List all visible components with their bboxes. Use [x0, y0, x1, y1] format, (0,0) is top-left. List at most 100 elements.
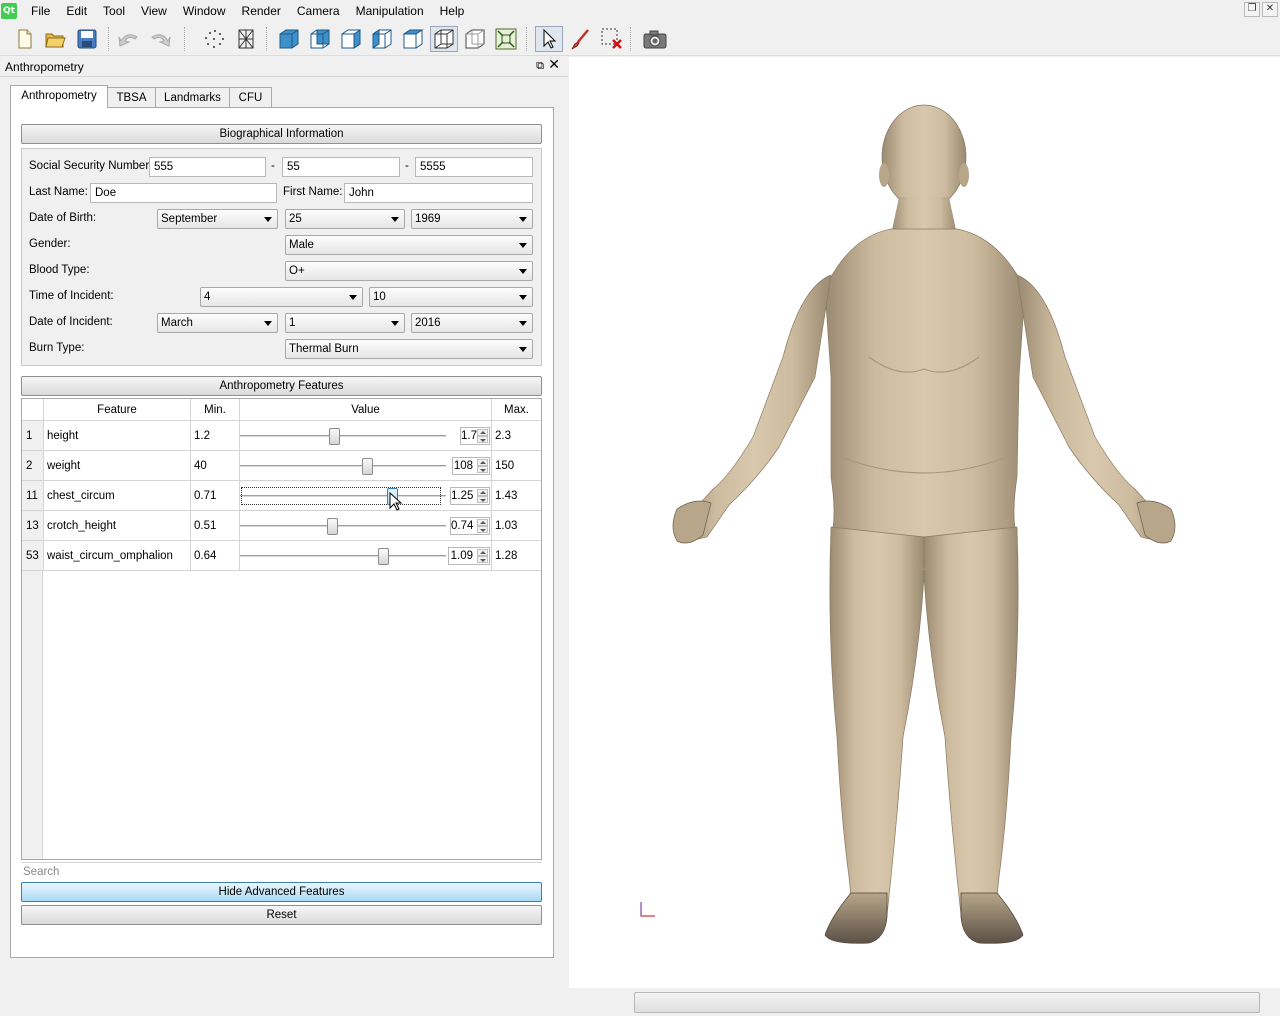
- spin-up-icon[interactable]: [477, 549, 488, 556]
- column-header-max[interactable]: Max.: [492, 399, 541, 421]
- column-header-feature[interactable]: Feature: [44, 399, 191, 421]
- feature-max-cell[interactable]: 2.3: [492, 421, 541, 451]
- value-spinbox[interactable]: 1.7: [460, 427, 490, 445]
- value-spinbox[interactable]: 108: [452, 457, 490, 475]
- restore-window-icon[interactable]: ❐: [1244, 2, 1260, 17]
- spin-up-icon[interactable]: [477, 519, 488, 526]
- value-slider-handle[interactable]: [327, 518, 338, 535]
- feature-min-cell[interactable]: 40: [191, 451, 240, 481]
- menu-edit[interactable]: Edit: [58, 0, 95, 22]
- clear-selection-icon[interactable]: [598, 26, 626, 52]
- menu-help[interactable]: Help: [432, 0, 473, 22]
- reset-button[interactable]: Reset: [21, 905, 542, 925]
- feature-max-cell[interactable]: 1.43: [492, 481, 541, 511]
- column-header-min[interactable]: Min.: [191, 399, 240, 421]
- gender-select[interactable]: Male: [285, 235, 533, 255]
- dob-year-select[interactable]: 1969: [411, 209, 533, 229]
- point-cloud-icon[interactable]: [200, 26, 228, 52]
- table-row[interactable]: 1 height 1.2 2.3 1.7: [22, 421, 541, 451]
- value-slider-handle[interactable]: [362, 458, 373, 475]
- table-row[interactable]: 53 waist_circum_omphalion 0.64 1.28 1.09: [22, 541, 541, 571]
- search-input[interactable]: [21, 862, 542, 880]
- feature-name-cell[interactable]: weight: [44, 451, 191, 481]
- feature-max-cell[interactable]: 150: [492, 451, 541, 481]
- menu-render[interactable]: Render: [234, 0, 289, 22]
- row-index[interactable]: 13: [22, 511, 44, 541]
- tab-cfu[interactable]: CFU: [229, 87, 272, 108]
- cube-view-top-icon[interactable]: [337, 26, 365, 52]
- cube-view-side-icon[interactable]: [306, 26, 334, 52]
- feature-name-cell[interactable]: height: [44, 421, 191, 451]
- feature-min-cell[interactable]: 0.64: [191, 541, 240, 571]
- close-window-icon[interactable]: ✕: [1262, 2, 1278, 17]
- incident-year-select[interactable]: 2016: [411, 313, 533, 333]
- select-arrow-icon[interactable]: [535, 26, 563, 52]
- blood-type-select[interactable]: O+: [285, 261, 533, 281]
- open-folder-icon[interactable]: [41, 26, 69, 52]
- value-slider-track[interactable]: [240, 525, 446, 528]
- dock-float-icon[interactable]: ⧉: [536, 59, 544, 73]
- undo-icon[interactable]: [115, 26, 143, 52]
- cube-view-left-icon[interactable]: [368, 26, 396, 52]
- incident-minute-select[interactable]: 10: [369, 287, 533, 307]
- menu-file[interactable]: File: [23, 0, 58, 22]
- spin-down-icon[interactable]: [477, 436, 488, 443]
- save-disk-icon[interactable]: [73, 26, 101, 52]
- column-header-value[interactable]: Value: [240, 399, 492, 421]
- value-slider-track[interactable]: [240, 555, 446, 558]
- dob-month-select[interactable]: September: [157, 209, 278, 229]
- wireframe-mesh-icon[interactable]: [232, 26, 260, 52]
- new-file-icon[interactable]: [11, 26, 39, 52]
- anthropometry-features-header[interactable]: Anthropometry Features: [21, 376, 542, 396]
- spin-up-icon[interactable]: [477, 459, 488, 466]
- value-slider-handle[interactable]: [378, 548, 389, 565]
- incident-month-select[interactable]: March: [157, 313, 278, 333]
- feature-name-cell[interactable]: chest_circum: [44, 481, 191, 511]
- menu-window[interactable]: Window: [175, 0, 234, 22]
- value-spinbox[interactable]: 1.09: [448, 547, 490, 565]
- table-row[interactable]: 2 weight 40 150 108: [22, 451, 541, 481]
- dock-close-icon[interactable]: ✕: [548, 57, 560, 73]
- value-slider-handle[interactable]: [329, 428, 340, 445]
- menu-view[interactable]: View: [133, 0, 175, 22]
- burn-type-select[interactable]: Thermal Burn: [285, 339, 533, 359]
- table-row[interactable]: 13 crotch_height 0.51 1.03 0.74: [22, 511, 541, 541]
- spin-up-icon[interactable]: [477, 489, 488, 496]
- value-spinbox[interactable]: 0.74: [450, 517, 490, 535]
- feature-name-cell[interactable]: waist_circum_omphalion: [44, 541, 191, 571]
- spin-down-icon[interactable]: [477, 466, 488, 473]
- feature-max-cell[interactable]: 1.28: [492, 541, 541, 571]
- 3d-viewport[interactable]: [569, 57, 1280, 988]
- value-slider-track[interactable]: [240, 435, 446, 438]
- hide-advanced-features-button[interactable]: Hide Advanced Features: [21, 882, 542, 902]
- redo-icon[interactable]: [146, 26, 174, 52]
- tab-anthropometry[interactable]: Anthropometry: [10, 85, 108, 108]
- paint-brush-icon[interactable]: [566, 26, 594, 52]
- cube-view-front-icon[interactable]: [275, 26, 303, 52]
- feature-name-cell[interactable]: crotch_height: [44, 511, 191, 541]
- last-name-field[interactable]: Doe: [90, 183, 277, 203]
- cube-view-back-icon[interactable]: [430, 26, 458, 52]
- value-spinbox[interactable]: 1.25: [450, 487, 490, 505]
- incident-day-select[interactable]: 1: [285, 313, 405, 333]
- value-slider-track[interactable]: [240, 465, 446, 468]
- ssn-part-2-field[interactable]: 55: [282, 157, 400, 177]
- table-row[interactable]: 11 chest_circum 0.71 1.43 1.25: [22, 481, 541, 511]
- incident-hour-select[interactable]: 4: [200, 287, 363, 307]
- row-index[interactable]: 1: [22, 421, 44, 451]
- tab-tbsa[interactable]: TBSA: [107, 87, 156, 108]
- feature-min-cell[interactable]: 0.51: [191, 511, 240, 541]
- spin-down-icon[interactable]: [477, 526, 488, 533]
- feature-min-cell[interactable]: 1.2: [191, 421, 240, 451]
- camera-snapshot-icon[interactable]: [641, 26, 669, 52]
- spin-up-icon[interactable]: [477, 429, 488, 436]
- spin-down-icon[interactable]: [477, 556, 488, 563]
- biographical-info-header[interactable]: Biographical Information: [21, 124, 542, 144]
- first-name-field[interactable]: John: [344, 183, 533, 203]
- fit-view-icon[interactable]: [492, 26, 520, 52]
- spin-down-icon[interactable]: [477, 496, 488, 503]
- ssn-part-3-field[interactable]: 5555: [415, 157, 533, 177]
- tab-landmarks[interactable]: Landmarks: [155, 87, 230, 108]
- cube-view-iso-icon[interactable]: [461, 26, 489, 52]
- dob-day-select[interactable]: 25: [285, 209, 405, 229]
